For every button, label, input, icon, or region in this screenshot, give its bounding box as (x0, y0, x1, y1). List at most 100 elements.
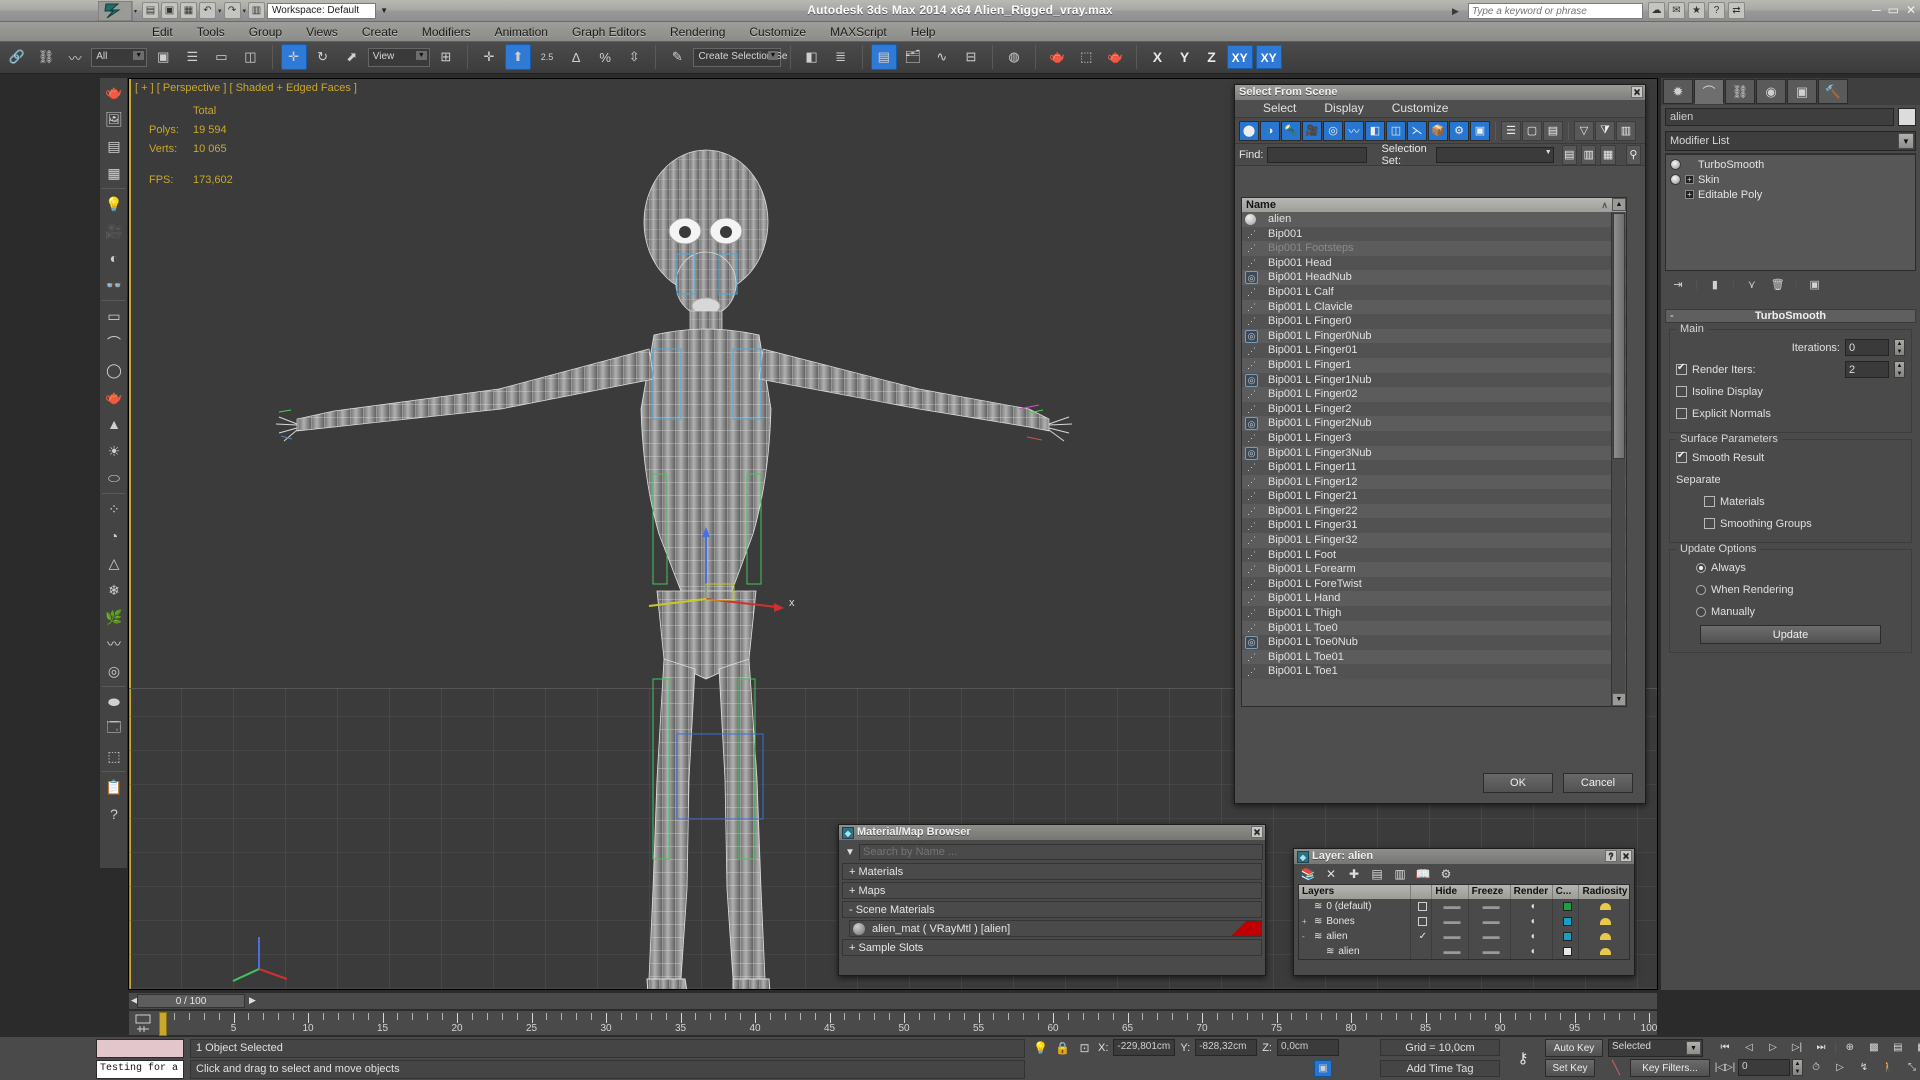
favorites-icon[interactable]: ★ (1688, 2, 1705, 19)
modifier-expand-icon[interactable]: + (1685, 190, 1694, 199)
select-from-scene-dialog[interactable]: Select From Scene ✕ Select Display Customi… (1234, 84, 1646, 804)
renderable-icon[interactable]: ◖ (1530, 899, 1536, 914)
scene-object-row[interactable]: ⋰ Bip001 (1242, 226, 1626, 242)
modifier-stack-item[interactable]: + Skin (1668, 172, 1913, 187)
layer-hide-cell[interactable]: ▬▬ (1432, 914, 1469, 929)
display-xrefs-icon[interactable]: ◫ (1386, 120, 1406, 141)
layer-name-cell[interactable]: - ≋ alien (1299, 929, 1412, 944)
renderable-icon[interactable]: ◖ (1530, 929, 1536, 944)
scene-object-row[interactable]: ⋰ Bip001 L Toe1 (1242, 664, 1626, 679)
material-search-input[interactable] (859, 844, 1263, 860)
update-manually-row[interactable]: Manually (1676, 602, 1905, 621)
use-pivot-point-center-icon[interactable]: ⊞ (433, 44, 459, 70)
make-unique-icon[interactable]: ⋎ (1743, 276, 1761, 292)
object-name-input[interactable] (1665, 108, 1894, 126)
layer-color-swatch[interactable] (1562, 947, 1572, 956)
layer-color-cell[interactable] (1553, 899, 1580, 914)
material-map-browser[interactable]: ◆ Material/Map Browser ✕ ▼ + Materials +… (838, 824, 1266, 976)
layer-freeze-cell[interactable]: ▬▬ (1469, 929, 1511, 944)
isoline-display-row[interactable]: Isoline Display (1676, 382, 1905, 401)
help-icon[interactable]: ? (1708, 2, 1725, 19)
update-always-radio[interactable] (1696, 562, 1706, 573)
display-tab[interactable]: ▣ (1787, 79, 1817, 104)
highlight-selected-objects-icon[interactable]: ▥ (1392, 866, 1408, 882)
proxy-sphere-icon[interactable]: ⬬ (101, 689, 127, 715)
scene-object-row[interactable]: ⋰ Bip001 L Finger32 (1242, 533, 1626, 548)
dialog-close-icon[interactable]: ✕ (1631, 86, 1643, 98)
update-manually-radio[interactable] (1696, 606, 1706, 617)
display-lights-icon[interactable]: 🔦 (1281, 120, 1301, 141)
particle-array-icon[interactable]: ⁘ (101, 496, 127, 522)
menu-item-create[interactable]: Create (350, 22, 410, 42)
zoom-extents-selected-icon[interactable]: ⊕ (1839, 1039, 1861, 1056)
current-layer-checkbox[interactable] (1418, 917, 1428, 926)
pan-view-icon[interactable]: ▷ (1829, 1059, 1851, 1076)
layer-color-cell[interactable] (1553, 929, 1580, 944)
minimize-button[interactable]: ─ (1872, 3, 1881, 17)
layer-radiosity-cell[interactable] (1579, 929, 1629, 944)
default-tangent-icon[interactable]: ╲ (1606, 1059, 1626, 1077)
skylight-icon[interactable]: ◐ (101, 245, 127, 271)
layer-radiosity-cell[interactable] (1579, 914, 1629, 929)
layer-current-cell[interactable]: ✓ (1411, 929, 1433, 944)
menu-item-animation[interactable]: Animation (483, 22, 560, 42)
render-window-icon[interactable]: 🖼 (101, 106, 127, 132)
field-of-view-icon[interactable]: ▤ (1887, 1039, 1909, 1056)
rollout-header[interactable]: - TurboSmooth (1665, 309, 1916, 323)
list-types-icon[interactable]: ▤ (1543, 120, 1563, 141)
layer-row[interactable]: ≋ 0 (default) ▬▬ ▬▬ ◖ (1299, 899, 1629, 914)
select-layer-objects-icon[interactable]: ▤ (1369, 866, 1385, 882)
display-selected-icon[interactable]: ▣ (1470, 120, 1490, 141)
remove-selection-set-icon[interactable]: ▥ (1581, 144, 1597, 165)
layer-manager-icon[interactable]: ▤ (870, 44, 897, 70)
curve-editor-icon[interactable]: ∿ (929, 44, 955, 70)
window-controls[interactable]: ─ ▭ ✕ (1872, 3, 1916, 17)
modifier-expand-icon[interactable]: + (1685, 175, 1694, 184)
layer-color-swatch[interactable] (1562, 902, 1572, 911)
modifier-stack-item[interactable]: + Editable Poly (1668, 187, 1913, 202)
motion-tab[interactable]: ◉ (1756, 79, 1786, 104)
scene-object-row[interactable]: ◎ Bip001 L Toe0Nub (1242, 635, 1626, 650)
track-bar[interactable]: 5 10 15 20 25 30 35 40 45 50 55 60 65 70 75 80 85 90 95 100 (128, 1010, 1658, 1036)
scene-object-row[interactable]: ⋰ Bip001 L Finger1 (1242, 357, 1626, 373)
scene-explorer-icon[interactable]: 🗂 (900, 44, 926, 70)
display-containers-icon[interactable]: 📦 (1428, 120, 1448, 141)
scene-object-row[interactable]: ⋰ Bip001 Head (1242, 255, 1626, 271)
display-assemblies-icon[interactable]: ⚙ (1449, 120, 1469, 141)
separate-smoothing-groups-row[interactable]: Smoothing Groups (1676, 514, 1905, 533)
show-end-result-icon[interactable]: ▮ (1706, 276, 1724, 292)
scene-object-row[interactable]: ◎ Bip001 L Finger1Nub (1242, 372, 1626, 388)
layer-render-cell[interactable]: ◖ (1511, 899, 1553, 914)
render-iters-value[interactable]: 2 (1845, 361, 1889, 378)
select-by-name-icon[interactable]: ☰ (179, 44, 205, 70)
reference-coordinate-combo[interactable]: View (367, 48, 430, 67)
infocenter-icons[interactable]: ☁ ✉ ★ ? ⇄ (1648, 2, 1745, 19)
window-crossing-icon[interactable]: ◫ (237, 44, 263, 70)
create-selection-set-combo[interactable]: Create Selection Se (693, 48, 787, 67)
schematic-view-icon[interactable]: ⊟ (958, 44, 984, 70)
scene-object-row[interactable]: ⋰ Bip001 L Finger0 (1242, 314, 1626, 329)
exchange-icon[interactable]: ⇄ (1728, 2, 1745, 19)
layer-expander-icon[interactable]: - (1302, 929, 1314, 944)
menu-item-help[interactable]: Help (899, 22, 948, 42)
track-bar-slider-handle[interactable] (159, 1012, 167, 1036)
separate-smoothing-groups-checkbox[interactable] (1704, 518, 1715, 529)
group-scene-materials[interactable]: - Scene Materials (842, 901, 1262, 918)
menu-item-tools[interactable]: Tools (185, 22, 237, 42)
scene-object-row[interactable]: ⋰ Bip001 L Toe0 (1242, 620, 1626, 636)
layer-freeze-cell[interactable]: ▬▬ (1469, 914, 1511, 929)
scene-object-row[interactable]: ⋰ Bip001 L Finger2 (1242, 401, 1626, 417)
go-to-start-icon[interactable]: ⏮ (1714, 1039, 1736, 1056)
subscription-icon[interactable]: ☁ (1648, 2, 1665, 19)
iterations-row[interactable]: Iterations: 0 ▲ ▼ (1676, 338, 1905, 357)
separate-materials-checkbox[interactable] (1704, 496, 1715, 507)
scene-object-row[interactable]: ⋰ Bip001 L Finger11 (1242, 460, 1626, 475)
layer-color-swatch[interactable] (1562, 932, 1572, 941)
layer-current-cell[interactable] (1411, 944, 1433, 959)
go-to-end-icon[interactable]: ⏭ (1810, 1039, 1832, 1056)
sfs-menu-customize[interactable]: Customize (1378, 100, 1463, 117)
close-button[interactable]: ✕ (1906, 3, 1916, 17)
menu-item-customize[interactable]: Customize (737, 22, 818, 42)
menu-item-edit[interactable]: Edit (140, 22, 185, 42)
menu-item-group[interactable]: Group (237, 22, 294, 42)
